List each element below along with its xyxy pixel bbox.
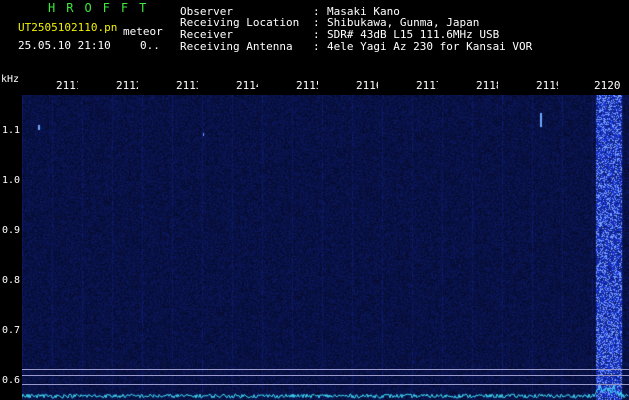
x-tick-label: 2114 bbox=[236, 80, 258, 92]
info-antenna-sep: : bbox=[313, 40, 320, 53]
meteor-count: 0.. bbox=[140, 39, 160, 52]
x-tick-label: 2113 bbox=[176, 80, 198, 92]
x-tick-label: 2117 bbox=[416, 80, 438, 92]
x-tick-label: 2111 bbox=[56, 80, 78, 92]
x-tick-label: 2120 bbox=[594, 80, 621, 92]
meteor-label: meteor bbox=[123, 25, 163, 38]
logo: HROFFT bbox=[48, 1, 158, 15]
x-tick-label: 2116 bbox=[356, 80, 378, 92]
spectrogram-canvas bbox=[22, 95, 629, 400]
x-tick-label: 2118 bbox=[476, 80, 498, 92]
datetime: 25.05.10 21:10 bbox=[18, 39, 111, 52]
y-tick-label: 1.1 bbox=[2, 125, 21, 136]
frequency-marker-line bbox=[22, 375, 629, 376]
spectrogram-plot bbox=[22, 95, 629, 400]
filename: UT2505102110.pn bbox=[18, 21, 118, 34]
y-tick-label: 1.0 bbox=[2, 175, 21, 186]
frequency-marker-line bbox=[22, 369, 629, 370]
y-tick-label: 0.8 bbox=[2, 275, 21, 286]
info-antenna-label: Receiving Antenna bbox=[180, 40, 293, 53]
y-tick-label: 0.7 bbox=[2, 325, 21, 336]
info-antenna-value: 4ele Yagi Az 230 for Kansai VOR bbox=[327, 40, 533, 53]
frequency-marker-line bbox=[22, 384, 629, 385]
x-tick-label: 2119 bbox=[536, 80, 558, 92]
y-tick-label: 0.9 bbox=[2, 225, 21, 236]
x-tick-label: 2115 bbox=[296, 80, 318, 92]
x-tick-label: 2112 bbox=[116, 80, 138, 92]
y-axis-unit: kHz bbox=[1, 74, 20, 85]
y-tick-label: 0.6 bbox=[2, 375, 21, 386]
